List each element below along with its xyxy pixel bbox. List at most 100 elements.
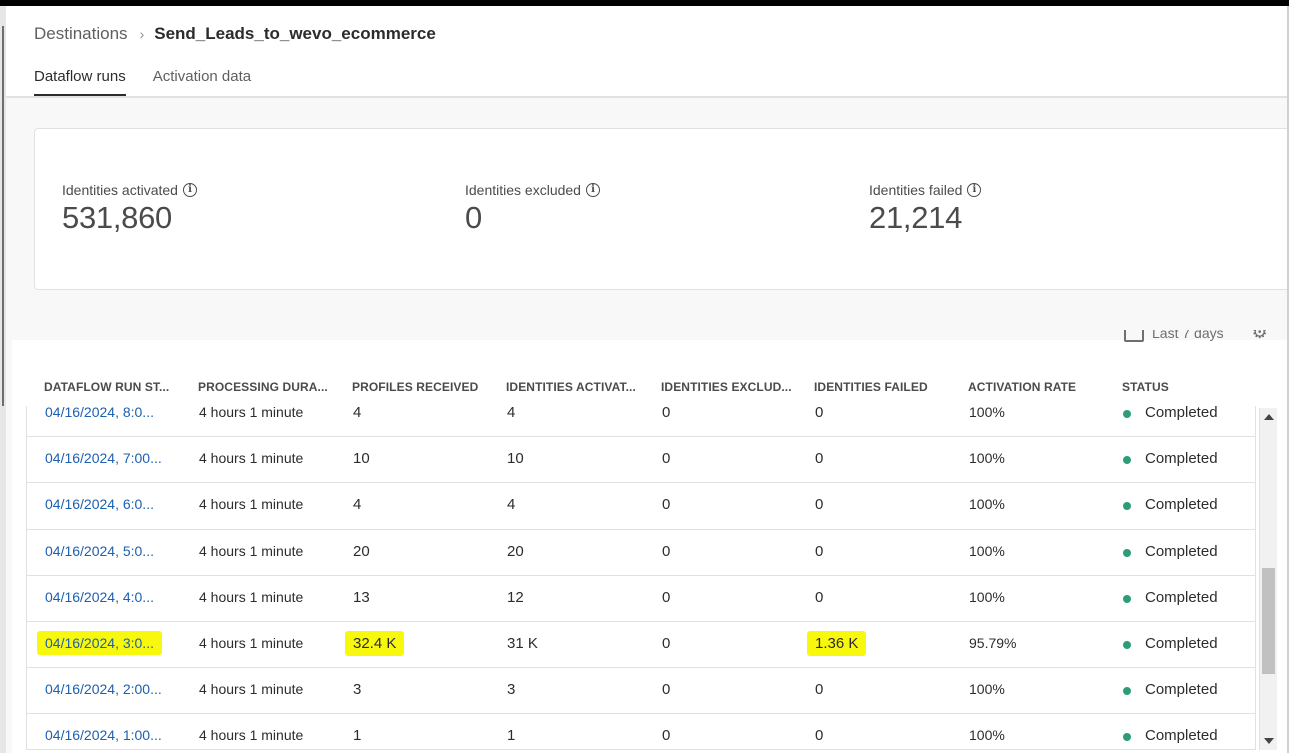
run-start-link-text[interactable]: 04/16/2024, 5:0... xyxy=(45,543,154,559)
identities-failed-text: 0 xyxy=(815,406,824,421)
identities-activated: 1 xyxy=(507,727,515,744)
profiles-received: 20 xyxy=(353,543,370,560)
run-start-link-text[interactable]: 04/16/2024, 3:0... xyxy=(37,630,162,655)
identities-failed: 0 xyxy=(815,543,823,560)
status-dot-icon xyxy=(1123,687,1131,696)
processing-duration-text: 4 hours 1 minute xyxy=(199,496,304,513)
info-icon[interactable]: i xyxy=(967,183,982,197)
tab-activation-data[interactable]: Activation data xyxy=(153,68,251,96)
metrics-summary-card: Identities activated i 531,860 Identitie… xyxy=(34,128,1289,290)
left-rail-line xyxy=(2,26,4,406)
processing-duration: 4 hours 1 minute xyxy=(199,727,303,743)
run-start-link[interactable]: 04/16/2024, 7:00... xyxy=(45,450,162,466)
identities-failed-text: 0 xyxy=(815,542,824,560)
scroll-up-arrow-icon[interactable] xyxy=(1264,414,1274,420)
metric-identities-failed: Identities failed i 21,214 xyxy=(869,182,982,236)
run-start-link[interactable]: 04/16/2024, 8:0... xyxy=(45,406,154,420)
column-header-activation-rate[interactable]: ACTIVATION RATE xyxy=(968,380,1076,394)
column-header-identities-excluded[interactable]: IDENTITIES EXCLUD... xyxy=(661,380,792,394)
date-filter[interactable]: Last 7 days ⚙ xyxy=(1124,330,1289,350)
table-row[interactable]: 04/16/2024, 2:00... 4 hours 1 minute 3 3 0 0 1… xyxy=(27,668,1255,715)
table-row[interactable]: 04/16/2024, 8:0... 4 hours 1 minute 4 4 0 0 10… xyxy=(27,406,1255,438)
table-row[interactable]: 04/16/2024, 7:00... 4 hours 1 minute 10 10 0… xyxy=(27,437,1255,484)
run-start-link-text[interactable]: 04/16/2024, 2:00... xyxy=(45,681,162,697)
table-row[interactable]: 04/16/2024, 6:0... 4 hours 1 minute 4 4 0 0 10… xyxy=(27,483,1255,530)
table-scrollbar[interactable] xyxy=(1259,408,1277,750)
identities-excluded-text: 0 xyxy=(662,588,671,606)
run-start-link[interactable]: 04/16/2024, 6:0... xyxy=(45,496,154,512)
run-start-link-text[interactable]: 04/16/2024, 4:0... xyxy=(45,589,154,605)
identities-excluded: 0 xyxy=(662,727,670,744)
identities-activated-text: 10 xyxy=(507,450,524,468)
processing-duration: 4 hours 1 minute xyxy=(199,681,303,697)
identities-excluded-text: 0 xyxy=(662,450,671,468)
status-label: Completed xyxy=(1145,727,1218,745)
status-dot-icon xyxy=(1123,594,1131,603)
processing-duration-text: 4 hours 1 minute xyxy=(199,450,304,467)
identities-failed-text: 0 xyxy=(815,681,824,699)
date-range-label: Last 7 days xyxy=(1152,330,1224,341)
scroll-down-arrow-icon[interactable] xyxy=(1264,738,1274,744)
run-start-link-text[interactable]: 04/16/2024, 7:00... xyxy=(45,450,162,466)
run-start-link[interactable]: 04/16/2024, 5:0... xyxy=(45,543,154,559)
info-icon[interactable]: i xyxy=(182,183,197,197)
column-header-identities-failed[interactable]: IDENTITIES FAILED xyxy=(814,380,928,394)
table-row[interactable]: 04/16/2024, 1:00... 4 hours 1 minute 1 1 0 0 1… xyxy=(27,714,1255,749)
processing-duration: 4 hours 1 minute xyxy=(199,406,303,420)
processing-duration-text: 4 hours 1 minute xyxy=(199,588,304,605)
column-header-identities-activated[interactable]: IDENTITIES ACTIVAT... xyxy=(506,380,636,394)
profiles-received-text: 4 xyxy=(353,496,362,514)
identities-activated-text: 20 xyxy=(507,542,524,560)
run-start-link-text[interactable]: 04/16/2024, 8:0... xyxy=(45,406,154,420)
run-start-link-text[interactable]: 04/16/2024, 1:00... xyxy=(45,727,162,743)
identities-failed-text: 1.36 K xyxy=(807,630,867,656)
activation-rate-text: 100% xyxy=(969,496,1005,513)
info-icon[interactable]: i xyxy=(585,183,600,197)
status-label: Completed xyxy=(1145,406,1218,421)
breadcrumb-destinations-link[interactable]: Destinations xyxy=(34,24,128,44)
run-start-link[interactable]: 04/16/2024, 3:0... xyxy=(37,630,162,655)
identities-excluded-text: 0 xyxy=(662,406,671,421)
table-row[interactable]: 04/16/2024, 5:0... 4 hours 1 minute 20 20 0 0… xyxy=(27,530,1255,576)
activation-rate-text: 100% xyxy=(969,727,1005,744)
activation-rate-text: 100% xyxy=(969,450,1005,467)
tab-dataflow-runs[interactable]: Dataflow runs xyxy=(34,68,126,96)
metric-value: 0 xyxy=(465,200,482,235)
run-start-link-text[interactable]: 04/16/2024, 6:0... xyxy=(45,496,154,512)
column-header-profiles-received[interactable]: PROFILES RECEIVED xyxy=(352,380,478,394)
left-rail xyxy=(0,6,6,753)
identities-failed-text: 0 xyxy=(815,727,824,745)
gear-icon[interactable]: ⚙ xyxy=(1252,330,1268,343)
identities-excluded: 0 xyxy=(662,406,670,421)
identities-excluded-text: 0 xyxy=(662,681,671,699)
run-start-link[interactable]: 04/16/2024, 4:0... xyxy=(45,589,154,605)
status-dot-icon xyxy=(1123,410,1131,418)
identities-failed: 0 xyxy=(815,727,823,744)
run-start-link[interactable]: 04/16/2024, 2:00... xyxy=(45,681,162,697)
profiles-received-text: 32.4 K xyxy=(345,630,405,656)
scrollbar-thumb[interactable] xyxy=(1262,568,1275,674)
processing-duration-text: 4 hours 1 minute xyxy=(199,542,304,559)
table-body[interactable]: 04/16/2024, 8:0... 4 hours 1 minute 4 4 0 0 10… xyxy=(26,406,1256,750)
profiles-received: 32.4 K xyxy=(345,630,405,656)
tab-bar: Dataflow runs Activation data xyxy=(34,68,251,96)
column-header-run-start[interactable]: DATAFLOW RUN ST... xyxy=(44,380,169,394)
column-header-processing-duration[interactable]: PROCESSING DURA... xyxy=(198,380,328,394)
status-dot-icon xyxy=(1123,640,1131,649)
run-start-link[interactable]: 04/16/2024, 1:00... xyxy=(45,727,162,743)
table-row[interactable]: 04/16/2024, 3:0... 4 hours 1 minute 32.4 K… xyxy=(27,622,1255,669)
status-dot-icon xyxy=(1123,456,1131,465)
table-rows: 04/16/2024, 8:0... 4 hours 1 minute 4 4 0 0 10… xyxy=(27,406,1255,749)
identities-excluded-text: 0 xyxy=(662,496,671,514)
identities-failed-text: 0 xyxy=(815,496,824,514)
processing-duration-text: 4 hours 1 minute xyxy=(199,634,304,651)
metric-identities-activated: Identities activated i 531,860 xyxy=(62,182,197,236)
profiles-received-text: 1 xyxy=(353,727,362,745)
profiles-received-text: 13 xyxy=(353,588,370,606)
column-header-status[interactable]: STATUS xyxy=(1122,380,1169,394)
processing-duration-text: 4 hours 1 minute xyxy=(199,727,304,744)
activation-rate-text: 100% xyxy=(969,542,1005,559)
table-row[interactable]: 04/16/2024, 4:0... 4 hours 1 minute 13 12 0 0… xyxy=(27,576,1255,622)
identities-activated-text: 31 K xyxy=(507,634,538,652)
table-header: DATAFLOW RUN ST... PROCESSING DURA... PR… xyxy=(12,380,1272,404)
